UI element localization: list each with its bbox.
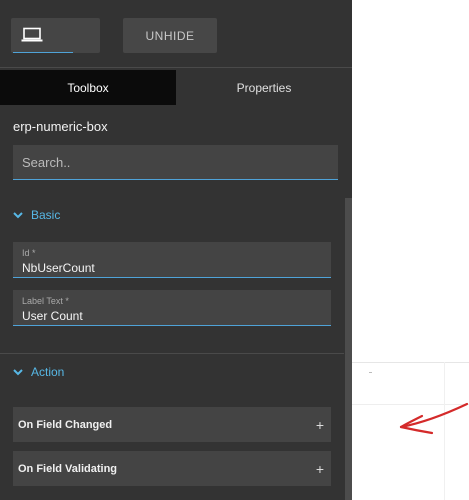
panel-tabs: Toolbox Properties	[0, 70, 352, 105]
background-mark	[369, 372, 372, 373]
component-name: erp-numeric-box	[13, 119, 108, 134]
search-input[interactable]: Search..	[13, 145, 338, 180]
plus-icon[interactable]: +	[316, 461, 324, 477]
label-text-field[interactable]: Label Text * User Count	[13, 290, 331, 326]
section-basic-title: Basic	[31, 208, 61, 222]
id-field-label: Id *	[22, 248, 36, 258]
section-action-header[interactable]: Action	[13, 365, 64, 379]
toolbar-divider	[0, 67, 352, 68]
id-field-value[interactable]: NbUserCount	[22, 260, 331, 276]
section-action-title: Action	[31, 365, 65, 379]
annotation-arrow-icon	[399, 402, 469, 435]
properties-panel: UNHIDE Toolbox Properties erp-numeric-bo…	[0, 0, 352, 500]
on-field-validating-row[interactable]: On Field Validating +	[13, 451, 331, 486]
on-field-validating-label: On Field Validating	[18, 462, 118, 475]
chevron-down-icon	[13, 368, 25, 376]
panel-scrollbar[interactable]	[345, 198, 352, 500]
unhide-button[interactable]: UNHIDE	[123, 18, 217, 53]
section-divider	[0, 353, 344, 354]
tab-properties[interactable]: Properties	[176, 70, 352, 105]
id-field[interactable]: Id * NbUserCount	[13, 242, 331, 278]
tab-toolbox[interactable]: Toolbox	[0, 70, 176, 105]
on-field-changed-row[interactable]: On Field Changed +	[13, 407, 331, 442]
chevron-down-icon	[13, 211, 25, 219]
device-preview-button[interactable]	[11, 18, 100, 53]
label-text-field-value[interactable]: User Count	[22, 308, 331, 324]
background-divider	[352, 362, 469, 363]
laptop-icon	[21, 27, 43, 42]
plus-icon[interactable]: +	[316, 417, 324, 433]
label-text-field-label: Label Text *	[22, 296, 69, 306]
on-field-changed-label: On Field Changed	[18, 418, 113, 431]
section-basic-header[interactable]: Basic	[13, 208, 60, 222]
